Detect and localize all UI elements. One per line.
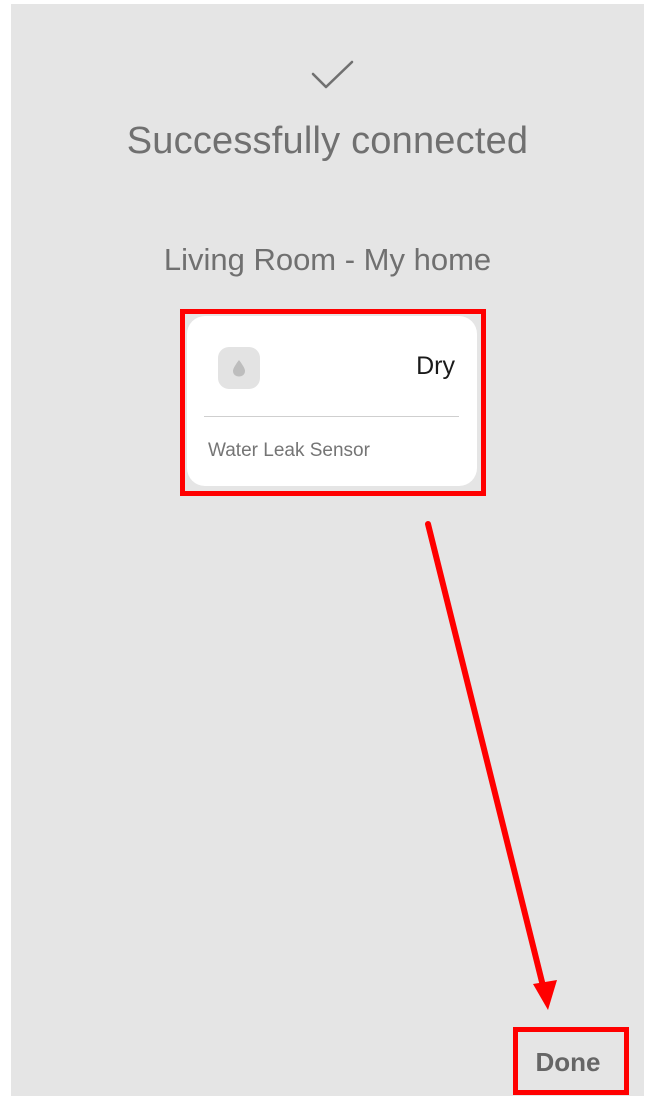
device-status: Dry	[416, 352, 455, 380]
device-card[interactable]: Dry Water Leak Sensor	[187, 316, 477, 486]
done-button[interactable]: Done	[520, 1042, 616, 1082]
room-label: Living Room - My home	[163, 242, 492, 277]
device-name: Water Leak Sensor	[208, 440, 370, 461]
checkmark-icon	[311, 60, 354, 89]
screen-background	[11, 4, 644, 1096]
card-divider	[204, 416, 459, 417]
water-drop-icon	[218, 347, 260, 389]
page-title: Successfully connected	[126, 120, 529, 162]
